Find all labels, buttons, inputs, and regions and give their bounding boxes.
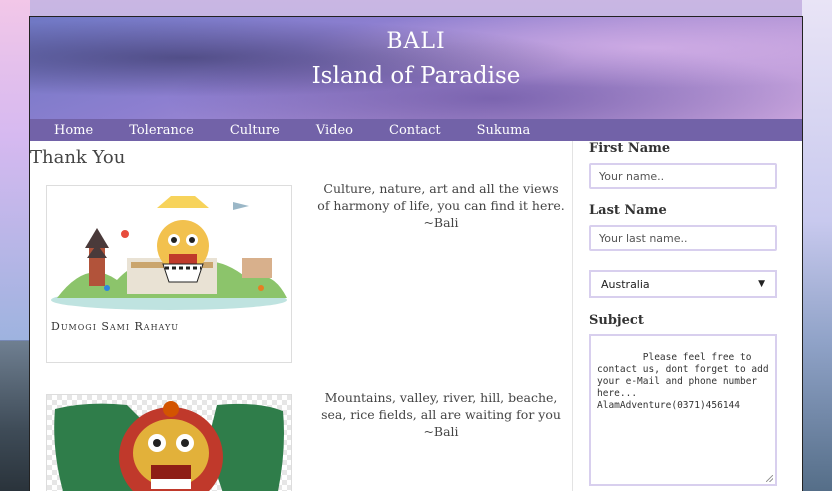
- chevron-down-icon: ▼: [758, 279, 765, 289]
- background-right: [802, 0, 832, 491]
- background-sky-left: [0, 0, 30, 340]
- first-name-label: First Name: [589, 141, 671, 156]
- quote-author: ~Bali: [423, 424, 459, 439]
- nav-sukuma[interactable]: Sukuma: [477, 123, 531, 138]
- site-title: BALI: [386, 29, 446, 54]
- last-name-field[interactable]: [589, 225, 777, 251]
- nav-culture[interactable]: Culture: [230, 123, 280, 138]
- nav-home[interactable]: Home: [54, 123, 93, 138]
- barong-card: [46, 394, 292, 491]
- country-select-value: Australia: [601, 277, 650, 291]
- main-column: Thank You Dumogi Sami Rahayu Culture, na…: [30, 141, 572, 491]
- contact-form: First Name Last Name Australia ▼ Subject…: [572, 141, 802, 491]
- bali-illustration: [51, 196, 287, 310]
- subject-text: Please feel free to contact us, dont for…: [597, 352, 769, 411]
- card-caption: Dumogi Sami Rahayu: [51, 320, 180, 333]
- country-select[interactable]: Australia ▼: [589, 270, 777, 298]
- quote-culture: Culture, nature, art and all the views o…: [316, 180, 566, 231]
- quote-text: Culture, nature, art and all the views o…: [317, 181, 565, 213]
- header-banner: BALI Island of Paradise: [30, 17, 802, 119]
- resize-handle-icon[interactable]: [766, 475, 773, 482]
- quote-text: Mountains, valley, river, hill, beache, …: [321, 390, 561, 422]
- nav-tolerance[interactable]: Tolerance: [129, 123, 194, 138]
- quote-author: ~Bali: [423, 215, 459, 230]
- subject-label: Subject: [589, 313, 644, 328]
- main-nav: Home Tolerance Culture Video Contact Suk…: [30, 119, 802, 141]
- barong-illustration: [47, 395, 291, 491]
- page-title: Thank You: [30, 147, 126, 168]
- culture-card: Dumogi Sami Rahayu: [46, 185, 292, 363]
- first-name-field[interactable]: [589, 163, 777, 189]
- last-name-label: Last Name: [589, 203, 667, 218]
- subject-textarea[interactable]: Please feel free to contact us, dont for…: [589, 334, 777, 486]
- quote-nature: Mountains, valley, river, hill, beache, …: [316, 389, 566, 440]
- page-frame: BALI Island of Paradise Home Tolerance C…: [29, 16, 803, 491]
- nav-contact[interactable]: Contact: [389, 123, 441, 138]
- content-area: Thank You Dumogi Sami Rahayu Culture, na…: [30, 141, 802, 491]
- nav-video[interactable]: Video: [316, 123, 353, 138]
- site-subtitle: Island of Paradise: [311, 63, 521, 89]
